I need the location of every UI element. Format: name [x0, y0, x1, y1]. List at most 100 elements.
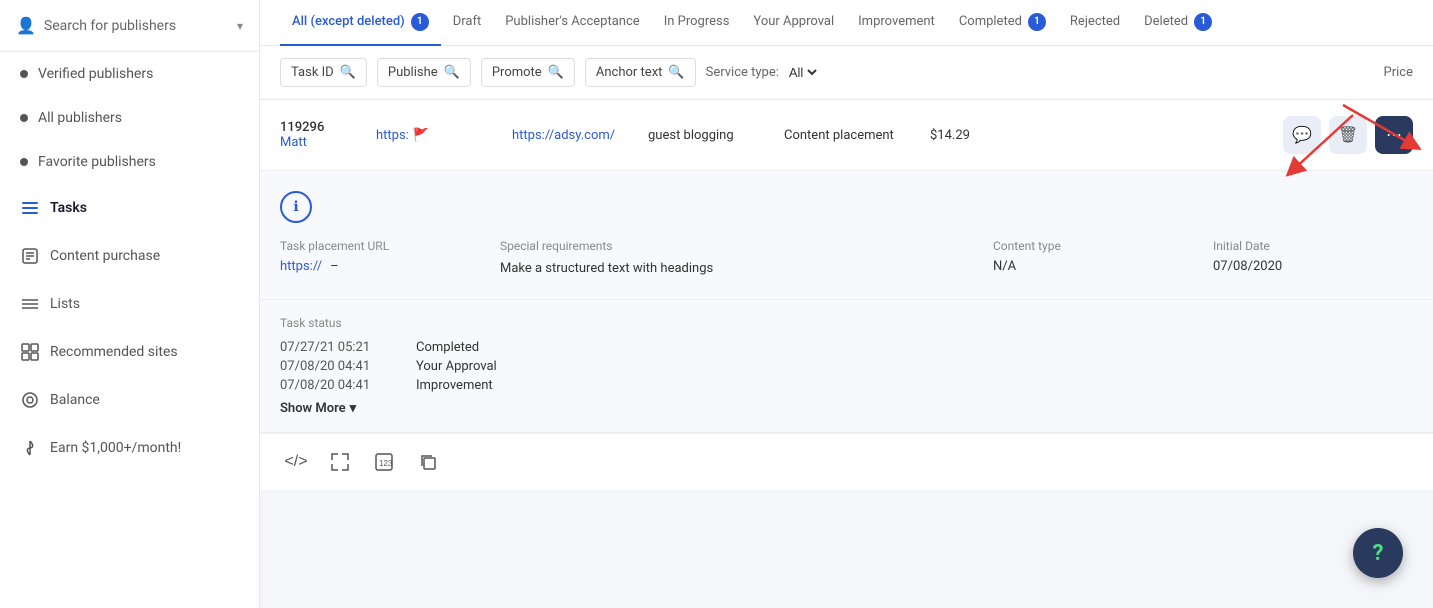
numbers-icon: 123	[375, 453, 393, 471]
sidebar-item-tasks[interactable]: Tasks	[0, 184, 259, 232]
content-type-section: Content type N/A	[993, 239, 1193, 279]
numbers-view-button[interactable]: 123	[368, 446, 400, 478]
task-service-type: Content placement	[784, 128, 914, 143]
show-more-button[interactable]: Show More ▾	[280, 401, 1413, 416]
detail-grid: Task placement URL https:// – Special re…	[280, 239, 1413, 279]
tab-completed[interactable]: Completed 1	[947, 0, 1058, 46]
sidebar-item-recommended-sites[interactable]: Recommended sites	[0, 328, 259, 376]
content-purchase-label: Content purchase	[50, 248, 160, 264]
chat-button[interactable]: 💬	[1283, 116, 1321, 154]
tab-publishers-acceptance[interactable]: Publisher's Acceptance	[493, 0, 651, 46]
content-type-label: Content type	[993, 239, 1193, 253]
help-button[interactable]: ?	[1353, 528, 1403, 578]
bottom-toolbar: </> 123	[260, 433, 1433, 490]
tab-rejected-label: Rejected	[1070, 14, 1120, 29]
sidebar-navigation: Verified publishers All publishers Favor…	[0, 52, 259, 472]
main-content: All (except deleted) 1 Draft Publisher's…	[260, 0, 1433, 608]
content-area: 119296 Matt https: 🚩 https://adsy.com/ g…	[260, 100, 1433, 608]
tab-improvement[interactable]: Improvement	[846, 0, 947, 46]
sidebar-item-content-purchase[interactable]: Content purchase	[0, 232, 259, 280]
publisher-label: Publishe	[388, 65, 438, 80]
promote-filter[interactable]: Promote 🔍	[481, 58, 575, 87]
balance-label: Balance	[50, 392, 100, 408]
task-promote-url[interactable]: https://adsy.com/	[512, 128, 632, 143]
sidebar-item-all-publishers[interactable]: All publishers	[0, 96, 259, 140]
status-date-2: 07/08/20 04:41	[280, 359, 400, 374]
tab-completed-badge: 1	[1028, 13, 1046, 31]
lists-label: Lists	[50, 296, 80, 312]
tab-your-approval[interactable]: Your Approval	[741, 0, 846, 46]
status-date-3: 07/08/20 04:41	[280, 378, 400, 393]
service-type-filter[interactable]: Service type: All	[706, 64, 820, 81]
requirements-value: Make a structured text with headings	[500, 259, 973, 279]
placement-url-value[interactable]: https://	[280, 259, 322, 274]
tab-deleted-badge: 1	[1194, 13, 1212, 31]
search-publishers-label: Search for publishers	[44, 18, 229, 34]
publisher-url-text: https:	[376, 128, 409, 143]
user-search-icon: 👤	[16, 16, 36, 35]
task-publisher-url[interactable]: https: 🚩	[376, 128, 496, 143]
tab-your-approval-label: Your Approval	[753, 14, 834, 29]
more-options-button[interactable]: ⋯	[1375, 116, 1413, 154]
delete-button[interactable]: 🗑	[1329, 116, 1367, 154]
status-row-1: 07/27/21 05:21 Completed	[280, 340, 1413, 355]
tab-bar: All (except deleted) 1 Draft Publisher's…	[260, 0, 1433, 46]
task-id: 119296	[280, 120, 360, 135]
placement-url-label: Task placement URL	[280, 239, 480, 253]
task-status-title: Task status	[280, 316, 1413, 330]
search-icon: 🔍	[548, 65, 564, 80]
price-label: Price	[1384, 65, 1413, 80]
task-price: $14.29	[930, 128, 990, 143]
task-id-label: Task ID	[291, 65, 334, 80]
content-type-value: N/A	[993, 259, 1193, 274]
sidebar-item-favorite-publishers[interactable]: Favorite publishers	[0, 140, 259, 184]
promote-label: Promote	[492, 65, 542, 80]
content-purchase-icon	[20, 246, 40, 266]
task-id-filter[interactable]: Task ID 🔍	[280, 58, 367, 87]
expand-icon	[331, 453, 349, 471]
expand-view-button[interactable]	[324, 446, 356, 478]
requirements-label: Special requirements	[500, 239, 973, 253]
search-icon: 🔍	[668, 65, 684, 80]
tasks-icon	[20, 198, 40, 218]
bullet-icon	[20, 70, 28, 78]
svg-text:123: 123	[379, 459, 393, 468]
tab-all-except-deleted[interactable]: All (except deleted) 1	[280, 0, 441, 46]
chevron-down-icon: ▾	[237, 19, 243, 33]
info-icon: ℹ	[280, 191, 312, 223]
earn-icon	[20, 438, 40, 458]
initial-date-value: 07/08/2020	[1213, 259, 1413, 274]
initial-date-section: Initial Date 07/08/2020	[1213, 239, 1413, 279]
anchor-text-filter[interactable]: Anchor text 🔍	[585, 58, 696, 87]
sidebar-item-lists[interactable]: Lists	[0, 280, 259, 328]
recommended-sites-icon	[20, 342, 40, 362]
search-publishers-button[interactable]: 👤 Search for publishers ▾	[0, 0, 259, 52]
help-icon: ?	[1373, 541, 1384, 566]
copy-button[interactable]	[412, 446, 444, 478]
tab-all-badge: 1	[411, 13, 429, 31]
publisher-filter[interactable]: Publishe 🔍	[377, 58, 471, 87]
initial-date-label: Initial Date	[1213, 239, 1413, 253]
tab-draft-label: Draft	[453, 14, 482, 29]
sidebar-item-verified-publishers[interactable]: Verified publishers	[0, 52, 259, 96]
tab-draft[interactable]: Draft	[441, 0, 494, 46]
tab-publishers-acceptance-label: Publisher's Acceptance	[505, 14, 639, 29]
tasks-label: Tasks	[50, 200, 87, 216]
recommended-sites-label: Recommended sites	[50, 344, 178, 360]
tab-in-progress-label: In Progress	[664, 14, 730, 29]
placement-dash: –	[330, 259, 339, 274]
balance-icon	[20, 390, 40, 410]
tab-rejected[interactable]: Rejected	[1058, 0, 1132, 46]
service-type-select[interactable]: All	[785, 64, 820, 81]
show-more-label: Show More	[280, 401, 346, 416]
tab-deleted[interactable]: Deleted 1	[1132, 0, 1224, 46]
sidebar-item-earn[interactable]: Earn $1,000+/month!	[0, 424, 259, 472]
sidebar-item-balance[interactable]: Balance	[0, 376, 259, 424]
search-icon: 🔍	[444, 65, 460, 80]
all-publishers-label: All publishers	[38, 110, 122, 126]
task-user[interactable]: Matt	[280, 135, 360, 150]
anchor-text-label: Anchor text	[596, 65, 663, 80]
status-date-1: 07/27/21 05:21	[280, 340, 400, 355]
code-view-button[interactable]: </>	[280, 446, 312, 478]
tab-in-progress[interactable]: In Progress	[652, 0, 742, 46]
